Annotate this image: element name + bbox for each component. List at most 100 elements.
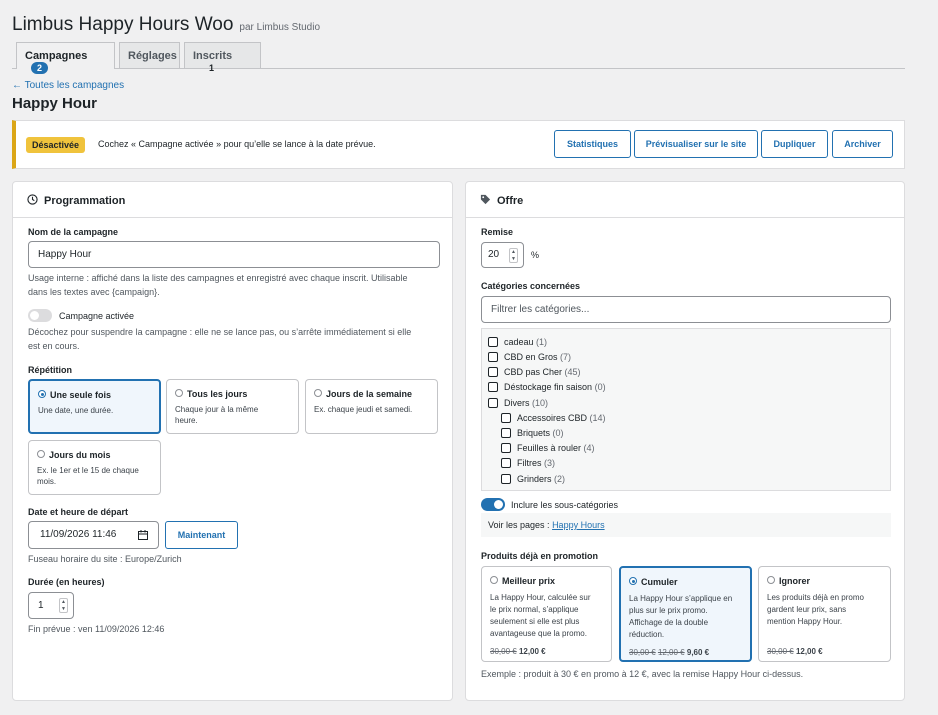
repeat-option-daily[interactable]: Tous les jours Chaque jour à la même heu… [166,379,299,434]
category-item[interactable]: Déstockage fin saison (0) [488,382,606,392]
campaign-name-help: Usage interne : affiché dans la liste de… [28,271,408,299]
repeat-option-monthdays[interactable]: Jours du mois Ex. le 1er et le 15 de cha… [28,440,161,495]
checkbox-icon[interactable] [488,367,498,377]
promo-option-ignore[interactable]: Ignorer Les produits déjà en promo garde… [758,566,891,662]
promo-option-title: Cumuler [641,577,678,587]
checkbox-icon[interactable] [501,413,511,423]
category-count: (1) [536,337,548,347]
category-list: cadeau (1) CBD en Gros (7) CBD pas Cher … [481,328,891,491]
category-item[interactable]: Accessoires CBD (14) [501,413,606,423]
repeat-option-weekdays[interactable]: Jours de la semaine Ex. chaque jeudi et … [305,379,438,434]
repeat-option-title: Jours de la semaine [326,389,413,399]
offre-panel: Offre Remise 20 ▲ ▼ % Catégories concerné… [465,181,905,701]
stepper-icon[interactable]: ▲ ▼ [59,598,68,613]
category-name: cadeau [504,337,534,347]
repeat-option-once[interactable]: Une seule fois Une date, une durée. [28,379,161,434]
price-example: 30,00 € 12,00 € [767,646,823,658]
promo-example-text: Exemple : produit à 30 € en promo à 12 €… [481,669,804,679]
radio-icon [37,450,45,458]
promo-option-best-price[interactable]: Meilleur prix La Happy Hour, calculée su… [481,566,612,662]
tab-reglages[interactable]: Réglages [119,42,180,68]
tab-count-badge: 2 [31,62,49,74]
start-datetime-input[interactable]: 11/09/2026 11:46 [28,521,159,549]
tab-count-badge: 1 [209,63,215,73]
campaign-name-input[interactable]: Happy Hour [28,241,440,268]
checkbox-icon[interactable] [488,352,498,362]
timezone-text: Fuseau horaire du site : Europe/Zurich [28,554,182,564]
tab-inscrits[interactable]: Inscrits1 [184,42,261,73]
subcategories-label: Inclure les sous-catégories [511,500,619,510]
promo-option-desc: La Happy Hour, calculée sur [490,593,591,602]
checkbox-icon[interactable] [501,458,511,468]
promo-label: Produits déjà en promotion [481,551,599,561]
help-line: Décochez pour suspendre la campagne : el… [28,327,412,337]
promo-option-desc: Les produits déjà en promo [767,593,864,602]
categories-label: Catégories concernées [481,281,581,291]
category-item[interactable]: CBD en Gros (7) [488,352,571,362]
checkbox-icon[interactable] [488,337,498,347]
promo-option-desc: avantageuse que la promo. [490,629,587,638]
category-item[interactable]: CBD pas Cher (45) [488,367,581,377]
programmation-header: Programmation [13,182,452,218]
tag-icon [480,194,491,205]
archive-button[interactable]: Archiver [832,130,893,158]
category-item[interactable]: Divers (10) [488,398,548,408]
tab-label: Inscrits [193,50,233,62]
promo-option-desc: plus sur le prix promo. [629,606,708,615]
checkbox-icon[interactable] [488,398,498,408]
promo-option-cumulate[interactable]: Cumuler La Happy Hour s’applique en plus… [619,566,752,662]
programmation-panel: Programmation Nom de la campagne Happy H… [12,181,453,701]
tab-campagnes[interactable]: Campagnes2 [16,42,115,74]
promo-option-desc: le prix normal, s’applique [490,605,579,614]
subcategories-toggle[interactable] [481,498,505,511]
promo-option-desc: réduction. [629,630,665,639]
category-count: (0) [594,382,606,392]
category-item[interactable]: Filtres (3) [501,458,555,468]
status-badge: Désactivée [26,137,86,153]
promo-option-title: Ignorer [779,576,811,586]
pages-box: Voir les pages : Happy Hours [481,513,891,537]
now-button[interactable]: Maintenant [165,521,238,549]
category-item[interactable]: Briquets (0) [501,428,564,438]
campaign-active-toggle[interactable] [28,309,52,322]
checkbox-icon[interactable] [501,474,511,484]
duration-input[interactable]: 1 ▲ ▼ [28,592,74,619]
preview-button[interactable]: Prévisualiser sur le site [634,130,758,158]
radio-icon [314,389,322,397]
help-line: dans les textes avec {campaign}. [28,287,160,297]
stepper-icon[interactable]: ▲ ▼ [509,248,518,263]
old-price: 30,00 € [767,647,794,656]
checkbox-icon[interactable] [488,382,498,392]
category-filter-input[interactable]: Filtrer les catégories... [481,296,891,323]
category-name: CBD pas Cher [504,367,563,377]
back-link[interactable]: ← Toutes les campagnes [12,80,124,91]
new-price: 12,00 € [518,647,546,656]
repeat-option-desc: mois. [37,477,57,486]
promo-option-desc: La Happy Hour s’applique en [629,594,733,603]
category-count: (3) [544,458,556,468]
category-count: (7) [560,352,572,362]
checkbox-icon[interactable] [501,443,511,453]
category-count: (0) [552,428,564,438]
stats-button[interactable]: Statistiques [554,130,631,158]
duplicate-button[interactable]: Dupliquer [761,130,828,158]
category-item[interactable]: Feuilles à rouler (4) [501,443,595,453]
campaign-active-label: Campagne activée [59,311,135,321]
tab-bar: Campagnes2 Réglages Inscrits1 [12,42,905,74]
discount-input[interactable]: 20 ▲ ▼ [481,242,524,268]
promo-option-desc: mention Happy Hour. [767,617,843,626]
category-name: Divers [504,398,530,408]
radio-icon [175,389,183,397]
app-title-text: Limbus Happy Hours Woo [12,14,234,35]
repeat-option-title: Une seule fois [50,390,112,400]
price-example: 30,00 € 12,00 € [490,646,546,658]
app-title: Limbus Happy Hours Woo par Limbus Studio [12,14,320,36]
category-name: Briquets [517,428,551,438]
category-item[interactable]: cadeau (1) [488,337,547,347]
category-item[interactable]: Grinders (2) [501,474,565,484]
checkbox-icon[interactable] [501,428,511,438]
pages-link[interactable]: Happy Hours [552,520,605,530]
price-example: 30,00 € 12,00 € 9,60 € [629,647,709,659]
calendar-icon[interactable] [138,530,148,540]
tab-label: Campagnes [25,50,88,62]
